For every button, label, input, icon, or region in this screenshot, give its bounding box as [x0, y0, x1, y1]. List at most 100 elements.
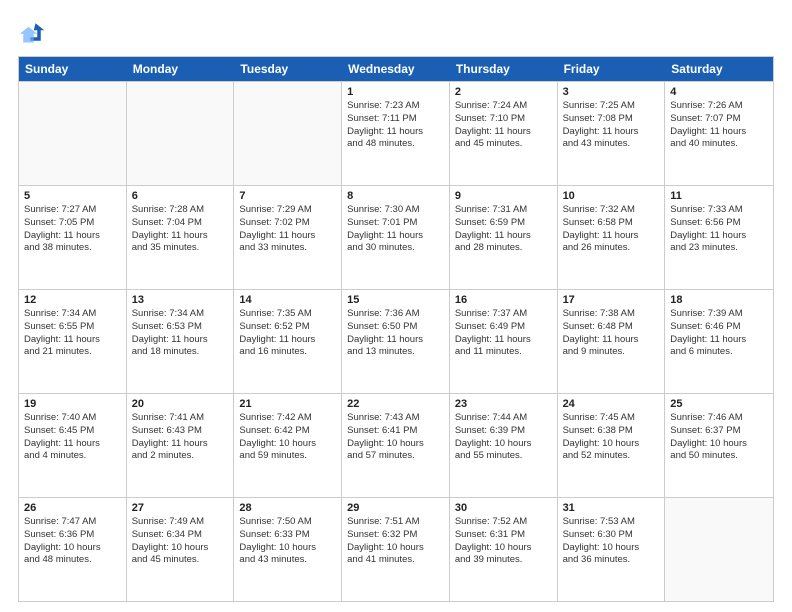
cell-info: Sunrise: 7:52 AM Sunset: 6:31 PM Dayligh… [455, 516, 552, 567]
cell-info: Sunrise: 7:33 AM Sunset: 6:56 PM Dayligh… [670, 204, 768, 255]
cell-info: Sunrise: 7:53 AM Sunset: 6:30 PM Dayligh… [563, 516, 660, 567]
calendar-cell: 16 Sunrise: 7:37 AM Sunset: 6:49 PM Dayli… [450, 290, 558, 393]
calendar-cell: 1Sunrise: 7:23 AM Sunset: 7:11 PM Daylig… [342, 82, 450, 185]
cell-info: Sunrise: 7:34 AM Sunset: 6:55 PM Dayligh… [24, 308, 121, 359]
cell-info: Sunrise: 7:34 AM Sunset: 6:53 PM Dayligh… [132, 308, 229, 359]
calendar-cell: 19 Sunrise: 7:40 AM Sunset: 6:45 PM Dayli… [19, 394, 127, 497]
calendar-row: 12 Sunrise: 7:34 AM Sunset: 6:55 PM Dayli… [19, 289, 773, 393]
cell-info: Sunrise: 7:24 AM Sunset: 7:10 PM Dayligh… [455, 100, 552, 151]
day-number: 19 [24, 398, 121, 410]
cell-info: Sunrise: 7:45 AM Sunset: 6:38 PM Dayligh… [563, 412, 660, 463]
calendar: SundayMondayTuesdayWednesdayThursdayFrid… [18, 56, 774, 602]
calendar-cell: 10 Sunrise: 7:32 AM Sunset: 6:58 PM Dayli… [558, 186, 666, 289]
calendar-cell: 29Sunrise: 7:51 AM Sunset: 6:32 PM Dayli… [342, 498, 450, 601]
calendar-cell: 27 Sunrise: 7:49 AM Sunset: 6:34 PM Dayli… [127, 498, 235, 601]
day-number: 7 [239, 190, 336, 202]
calendar-cell: 25 Sunrise: 7:46 AM Sunset: 6:37 PM Dayli… [665, 394, 773, 497]
day-number: 16 [455, 294, 552, 306]
calendar-cell: 2 Sunrise: 7:24 AM Sunset: 7:10 PM Daylig… [450, 82, 558, 185]
calendar-header-day: Friday [558, 57, 666, 81]
day-number: 18 [670, 294, 768, 306]
calendar-cell: 14 Sunrise: 7:35 AM Sunset: 6:52 PM Dayli… [234, 290, 342, 393]
cell-info: Sunrise: 7:49 AM Sunset: 6:34 PM Dayligh… [132, 516, 229, 567]
day-number: 5 [24, 190, 121, 202]
day-number: 4 [670, 86, 768, 98]
day-number: 26 [24, 502, 121, 514]
calendar-cell: 6Sunrise: 7:28 AM Sunset: 7:04 PM Daylig… [127, 186, 235, 289]
day-number: 31 [563, 502, 660, 514]
day-number: 25 [670, 398, 768, 410]
calendar-header-day: Thursday [450, 57, 558, 81]
calendar-cell: 5 Sunrise: 7:27 AM Sunset: 7:05 PM Daylig… [19, 186, 127, 289]
calendar-cell: 23 Sunrise: 7:44 AM Sunset: 6:39 PM Dayli… [450, 394, 558, 497]
calendar-cell: 7 Sunrise: 7:29 AM Sunset: 7:02 PM Daylig… [234, 186, 342, 289]
day-number: 24 [563, 398, 660, 410]
cell-info: Sunrise: 7:46 AM Sunset: 6:37 PM Dayligh… [670, 412, 768, 463]
calendar-header-day: Saturday [665, 57, 773, 81]
day-number: 9 [455, 190, 552, 202]
day-number: 14 [239, 294, 336, 306]
calendar-cell: 18 Sunrise: 7:39 AM Sunset: 6:46 PM Dayli… [665, 290, 773, 393]
cell-info: Sunrise: 7:23 AM Sunset: 7:11 PM Dayligh… [347, 100, 444, 151]
day-number: 21 [239, 398, 336, 410]
day-number: 17 [563, 294, 660, 306]
calendar-cell-empty [19, 82, 127, 185]
calendar-cell-empty [665, 498, 773, 601]
cell-info: Sunrise: 7:43 AM Sunset: 6:41 PM Dayligh… [347, 412, 444, 463]
calendar-header-day: Monday [127, 57, 235, 81]
day-number: 11 [670, 190, 768, 202]
day-number: 12 [24, 294, 121, 306]
calendar-cell: 8Sunrise: 7:30 AM Sunset: 7:01 PM Daylig… [342, 186, 450, 289]
calendar-cell: 3 Sunrise: 7:25 AM Sunset: 7:08 PM Daylig… [558, 82, 666, 185]
day-number: 28 [239, 502, 336, 514]
day-number: 20 [132, 398, 229, 410]
calendar-row: 5 Sunrise: 7:27 AM Sunset: 7:05 PM Daylig… [19, 185, 773, 289]
day-number: 13 [132, 294, 229, 306]
calendar-cell: 26Sunrise: 7:47 AM Sunset: 6:36 PM Dayli… [19, 498, 127, 601]
day-number: 15 [347, 294, 444, 306]
calendar-cell: 17 Sunrise: 7:38 AM Sunset: 6:48 PM Dayli… [558, 290, 666, 393]
cell-info: Sunrise: 7:35 AM Sunset: 6:52 PM Dayligh… [239, 308, 336, 359]
cell-info: Sunrise: 7:25 AM Sunset: 7:08 PM Dayligh… [563, 100, 660, 151]
page: SundayMondayTuesdayWednesdayThursdayFrid… [0, 0, 792, 612]
cell-info: Sunrise: 7:51 AM Sunset: 6:32 PM Dayligh… [347, 516, 444, 567]
cell-info: Sunrise: 7:37 AM Sunset: 6:49 PM Dayligh… [455, 308, 552, 359]
calendar-header-day: Wednesday [342, 57, 450, 81]
day-number: 6 [132, 190, 229, 202]
calendar-header-day: Sunday [19, 57, 127, 81]
cell-info: Sunrise: 7:38 AM Sunset: 6:48 PM Dayligh… [563, 308, 660, 359]
cell-info: Sunrise: 7:42 AM Sunset: 6:42 PM Dayligh… [239, 412, 336, 463]
calendar-header-day: Tuesday [234, 57, 342, 81]
calendar-cell: 11 Sunrise: 7:33 AM Sunset: 6:56 PM Dayli… [665, 186, 773, 289]
cell-info: Sunrise: 7:27 AM Sunset: 7:05 PM Dayligh… [24, 204, 121, 255]
calendar-cell: 24 Sunrise: 7:45 AM Sunset: 6:38 PM Dayli… [558, 394, 666, 497]
day-number: 22 [347, 398, 444, 410]
calendar-cell-empty [127, 82, 235, 185]
logo-icon [18, 18, 46, 46]
calendar-row: 19 Sunrise: 7:40 AM Sunset: 6:45 PM Dayli… [19, 393, 773, 497]
cell-info: Sunrise: 7:32 AM Sunset: 6:58 PM Dayligh… [563, 204, 660, 255]
calendar-header-row: SundayMondayTuesdayWednesdayThursdayFrid… [19, 57, 773, 81]
cell-info: Sunrise: 7:39 AM Sunset: 6:46 PM Dayligh… [670, 308, 768, 359]
cell-info: Sunrise: 7:30 AM Sunset: 7:01 PM Dayligh… [347, 204, 444, 255]
calendar-cell-empty [234, 82, 342, 185]
day-number: 27 [132, 502, 229, 514]
cell-info: Sunrise: 7:50 AM Sunset: 6:33 PM Dayligh… [239, 516, 336, 567]
cell-info: Sunrise: 7:40 AM Sunset: 6:45 PM Dayligh… [24, 412, 121, 463]
day-number: 2 [455, 86, 552, 98]
calendar-cell: 20 Sunrise: 7:41 AM Sunset: 6:43 PM Dayli… [127, 394, 235, 497]
cell-info: Sunrise: 7:41 AM Sunset: 6:43 PM Dayligh… [132, 412, 229, 463]
calendar-cell: 31 Sunrise: 7:53 AM Sunset: 6:30 PM Dayli… [558, 498, 666, 601]
day-number: 10 [563, 190, 660, 202]
cell-info: Sunrise: 7:44 AM Sunset: 6:39 PM Dayligh… [455, 412, 552, 463]
cell-info: Sunrise: 7:36 AM Sunset: 6:50 PM Dayligh… [347, 308, 444, 359]
calendar-cell: 28 Sunrise: 7:50 AM Sunset: 6:33 PM Dayli… [234, 498, 342, 601]
day-number: 23 [455, 398, 552, 410]
calendar-cell: 4Sunrise: 7:26 AM Sunset: 7:07 PM Daylig… [665, 82, 773, 185]
calendar-row: 1Sunrise: 7:23 AM Sunset: 7:11 PM Daylig… [19, 81, 773, 185]
day-number: 3 [563, 86, 660, 98]
calendar-cell: 9Sunrise: 7:31 AM Sunset: 6:59 PM Daylig… [450, 186, 558, 289]
cell-info: Sunrise: 7:29 AM Sunset: 7:02 PM Dayligh… [239, 204, 336, 255]
calendar-row: 26Sunrise: 7:47 AM Sunset: 6:36 PM Dayli… [19, 497, 773, 601]
header [18, 18, 774, 46]
